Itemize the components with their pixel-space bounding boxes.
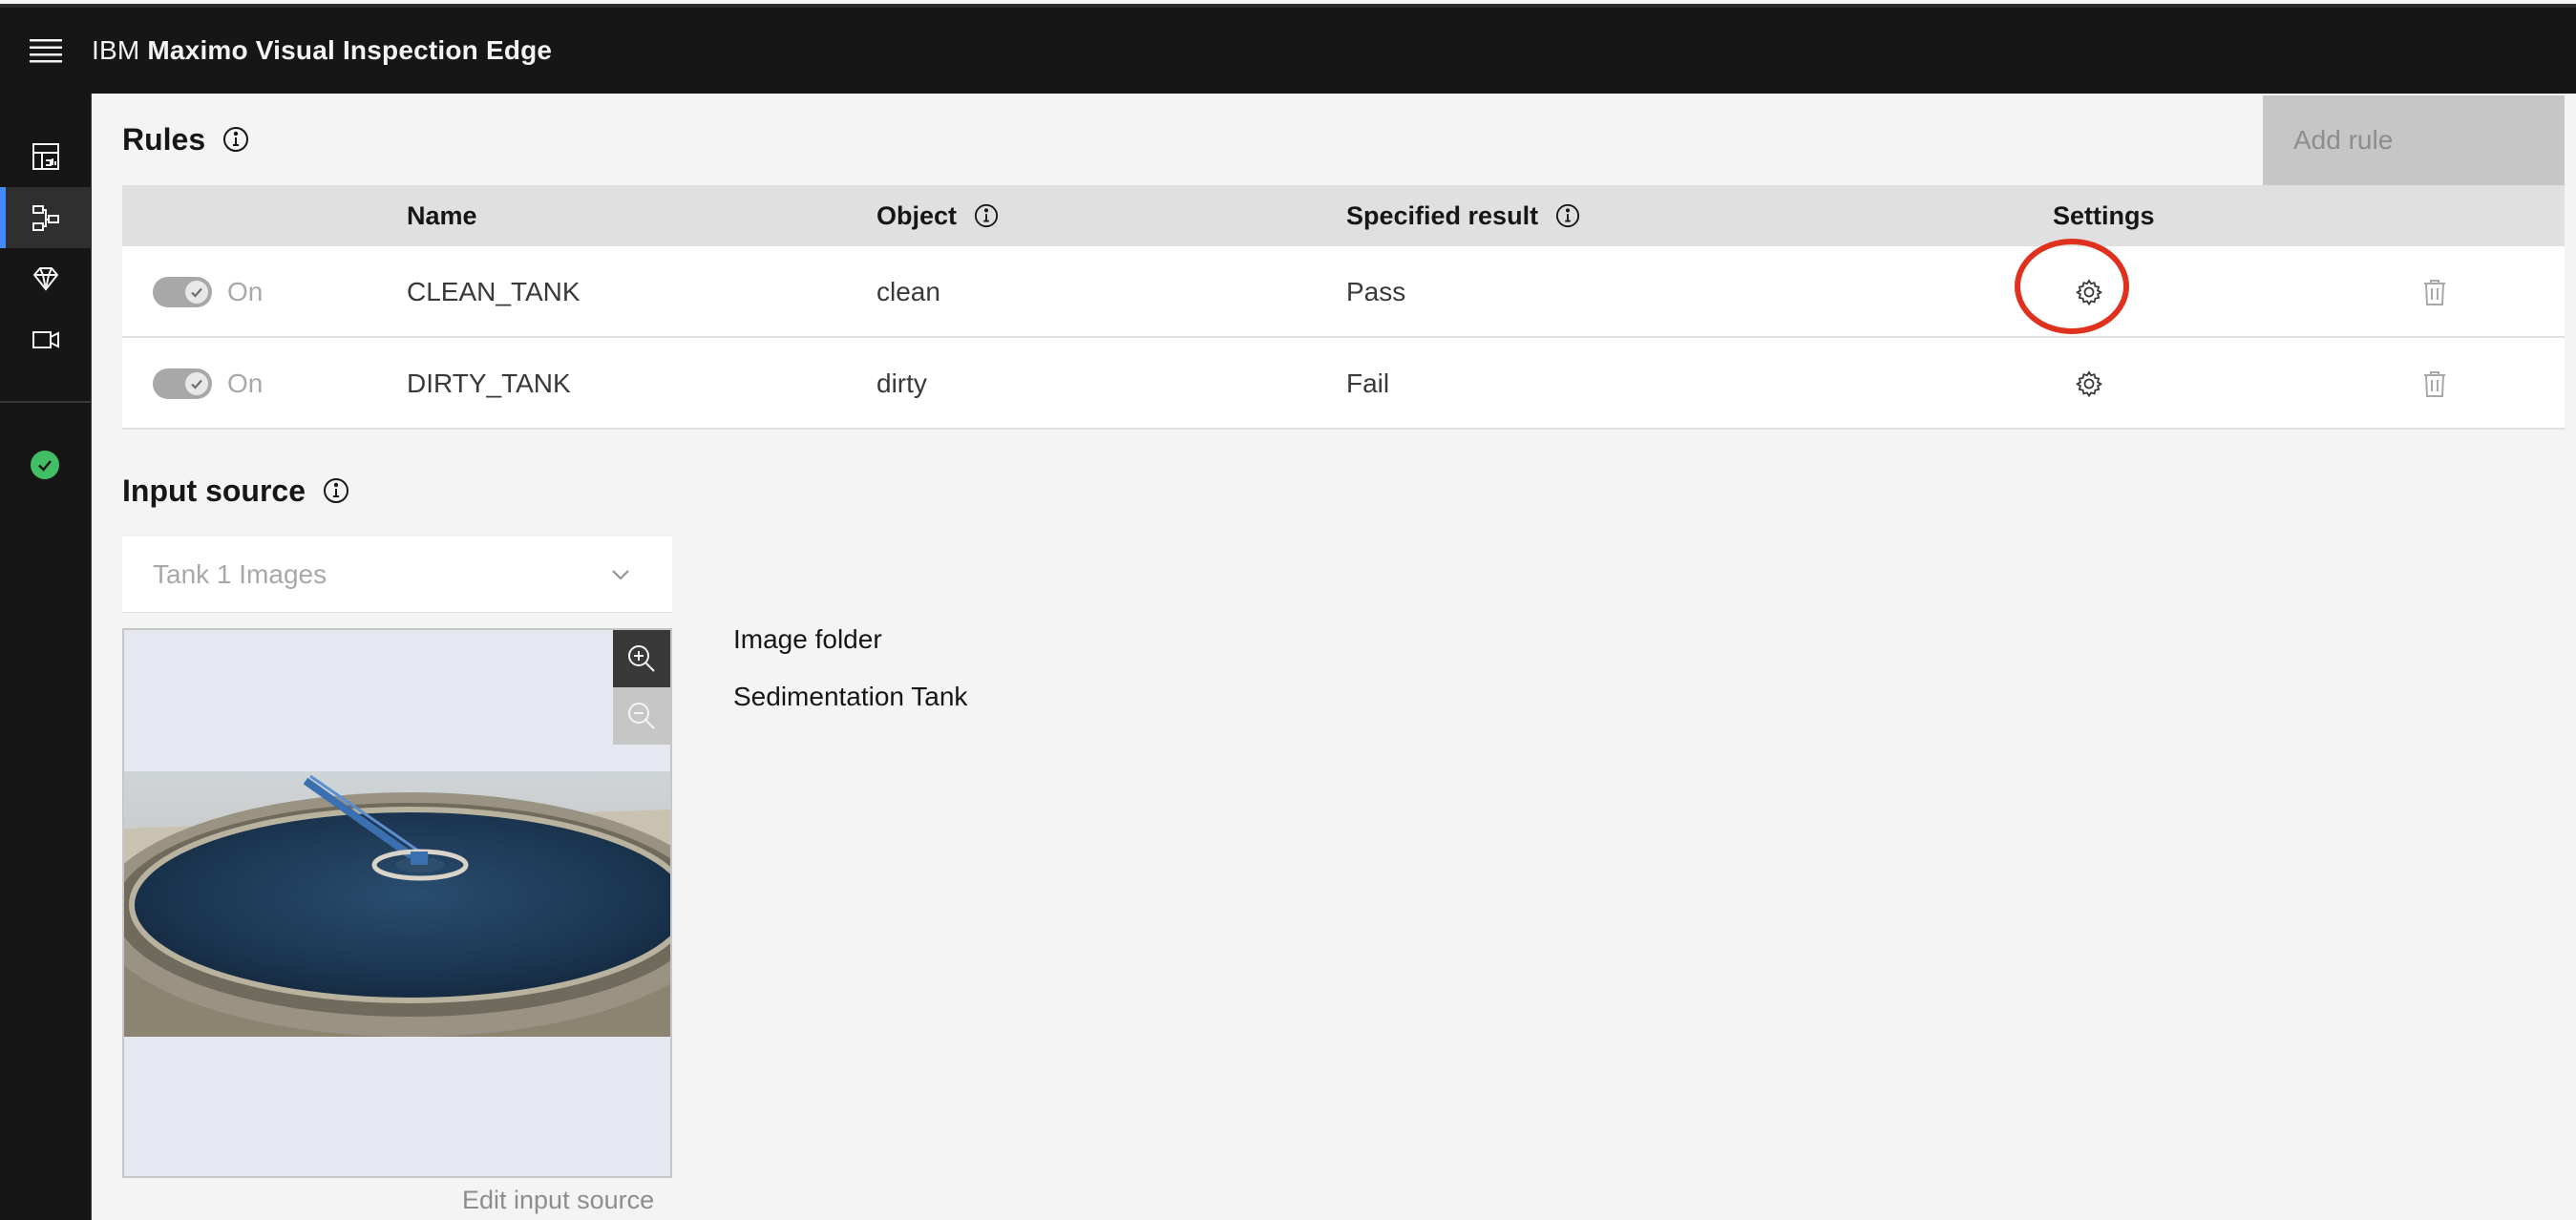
zoom-out-button[interactable] [613,687,670,745]
input-source-selected-value: Tank 1 Images [153,558,327,589]
table-row: On CLEAN_TANK clean Pass [122,246,2565,338]
sidebar-item-dashboard[interactable] [0,126,92,187]
zoom-in-icon [628,645,655,672]
inspection-flow-icon [32,205,59,231]
product-name: Maximo Visual Inspection Edge [147,35,553,65]
input-source-type: Image folder [733,624,882,654]
rule-toggle[interactable] [153,368,212,399]
rules-section-header: Rules [122,118,249,160]
toggle-label: On [227,277,264,306]
rule-toggle[interactable] [153,277,212,307]
top-header: IBM Maximo Visual Inspection Edge [0,4,2576,94]
table-row: On DIRTY_TANK dirty Fail [122,338,2565,430]
sidebar-item-cameras[interactable] [0,309,92,370]
rule-toggle-cell: On [153,246,263,338]
sidebar-item-models[interactable] [0,248,92,309]
rule-result: Pass [1346,277,1406,306]
menu-icon [30,39,62,63]
image-preview [122,628,672,1178]
rules-table-header: Name Object Specified result Settings [122,185,2565,246]
rule-settings-cell [2070,338,2108,430]
column-header-object[interactable]: Object [876,185,999,246]
rule-object: dirty [876,368,927,398]
column-header-settings: Settings [2053,200,2155,230]
zoom-in-button[interactable] [613,630,670,687]
rule-settings-button[interactable] [2070,273,2108,311]
column-header-result-label: Specified result [1346,200,1539,230]
input-source-section-header: Input source [122,470,349,512]
info-icon[interactable] [323,477,349,504]
video-camera-icon [32,331,59,348]
delete-rule-button[interactable] [2416,273,2454,311]
hamburger-menu-button[interactable] [0,6,92,95]
rule-delete-cell [2416,246,2454,338]
trash-icon [2424,280,2445,305]
delete-rule-button[interactable] [2416,365,2454,403]
app-title[interactable]: IBM Maximo Visual Inspection Edge [92,35,552,66]
checkmark-icon [191,379,202,389]
system-status-badge[interactable] [31,451,59,479]
toggle-label: On [227,368,264,398]
input-source-name: Sedimentation Tank [733,682,968,711]
input-source-dropdown[interactable]: Tank 1 Images [122,536,672,613]
rules-title: Rules [122,121,206,157]
rule-result: Fail [1346,368,1390,398]
sidebar-divider [0,401,92,403]
chevron-down-icon [612,570,629,580]
column-header-object-label: Object [876,200,958,230]
rule-name: CLEAN_TANK [407,277,581,306]
main-content: Rules Add rule Name Object Specified res… [92,94,2576,1220]
rule-name: DIRTY_TANK [407,368,571,398]
zoom-out-icon [628,703,655,729]
sedimentation-tank-image [124,771,670,1037]
rule-object: clean [876,277,940,306]
brand-prefix: IBM [92,35,140,65]
gear-icon [2076,370,2102,398]
checkmark-icon [38,460,52,472]
trash-icon [2424,371,2445,397]
info-icon[interactable] [222,126,249,153]
dashboard-icon [32,143,59,170]
side-nav [0,94,92,1220]
gem-icon [32,267,59,291]
checkmark-icon [191,287,202,298]
rule-settings-cell [2070,246,2108,338]
rule-delete-cell [2416,338,2454,430]
info-icon[interactable] [974,203,999,228]
column-header-specified-result[interactable]: Specified result [1346,185,1580,246]
add-rule-button[interactable]: Add rule [2263,95,2565,185]
column-header-name[interactable]: Name [407,185,477,246]
gear-icon [2076,279,2102,306]
sidebar-item-inspections[interactable] [0,187,92,248]
rules-table: Name Object Specified result Settings On… [122,185,2565,430]
input-source-title: Input source [122,473,306,508]
edit-input-source-link[interactable]: Edit input source [462,1186,654,1215]
rule-toggle-cell: On [153,338,263,430]
info-icon[interactable] [1555,203,1580,228]
rule-settings-button[interactable] [2070,365,2108,403]
